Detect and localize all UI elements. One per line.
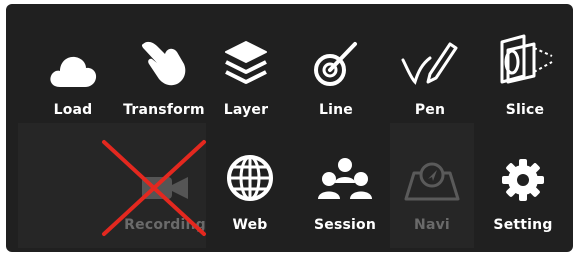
- navi-button[interactable]: Navi: [390, 123, 474, 248]
- load-button[interactable]: Load: [28, 10, 118, 128]
- slice-label: Slice: [505, 102, 545, 118]
- pen-label: Pen: [414, 102, 446, 118]
- pen-icon: [385, 10, 475, 88]
- slice-cube-icon: [480, 10, 570, 88]
- slice-button[interactable]: Slice: [480, 10, 570, 128]
- session-button[interactable]: Session: [300, 125, 390, 243]
- users-icon: [300, 125, 390, 203]
- layer-label: Layer: [223, 102, 269, 118]
- hand-pointer-icon: [119, 10, 209, 88]
- cloud-icon: [28, 10, 118, 88]
- transform-label: Transform: [123, 102, 205, 118]
- navi-label: Navi: [414, 217, 450, 233]
- layers-icon: [201, 10, 291, 88]
- session-label: Session: [313, 217, 377, 233]
- video-camera-icon: [120, 125, 210, 203]
- web-label: Web: [232, 217, 268, 233]
- recording-button[interactable]: Recording: [120, 125, 210, 243]
- recording-label: Recording: [124, 217, 206, 233]
- gear-icon: [478, 125, 568, 203]
- navigation-map-icon: [390, 123, 474, 203]
- layer-button[interactable]: Layer: [201, 10, 291, 128]
- line-target-icon: [291, 10, 381, 88]
- transform-button[interactable]: Transform: [119, 10, 209, 128]
- web-button[interactable]: Web: [205, 125, 295, 243]
- setting-label: Setting: [493, 217, 553, 233]
- globe-icon: [205, 125, 295, 203]
- line-label: Line: [319, 102, 353, 118]
- pen-button[interactable]: Pen: [385, 10, 475, 128]
- line-button[interactable]: Line: [291, 10, 381, 128]
- setting-button[interactable]: Setting: [478, 125, 568, 243]
- load-label: Load: [53, 102, 93, 118]
